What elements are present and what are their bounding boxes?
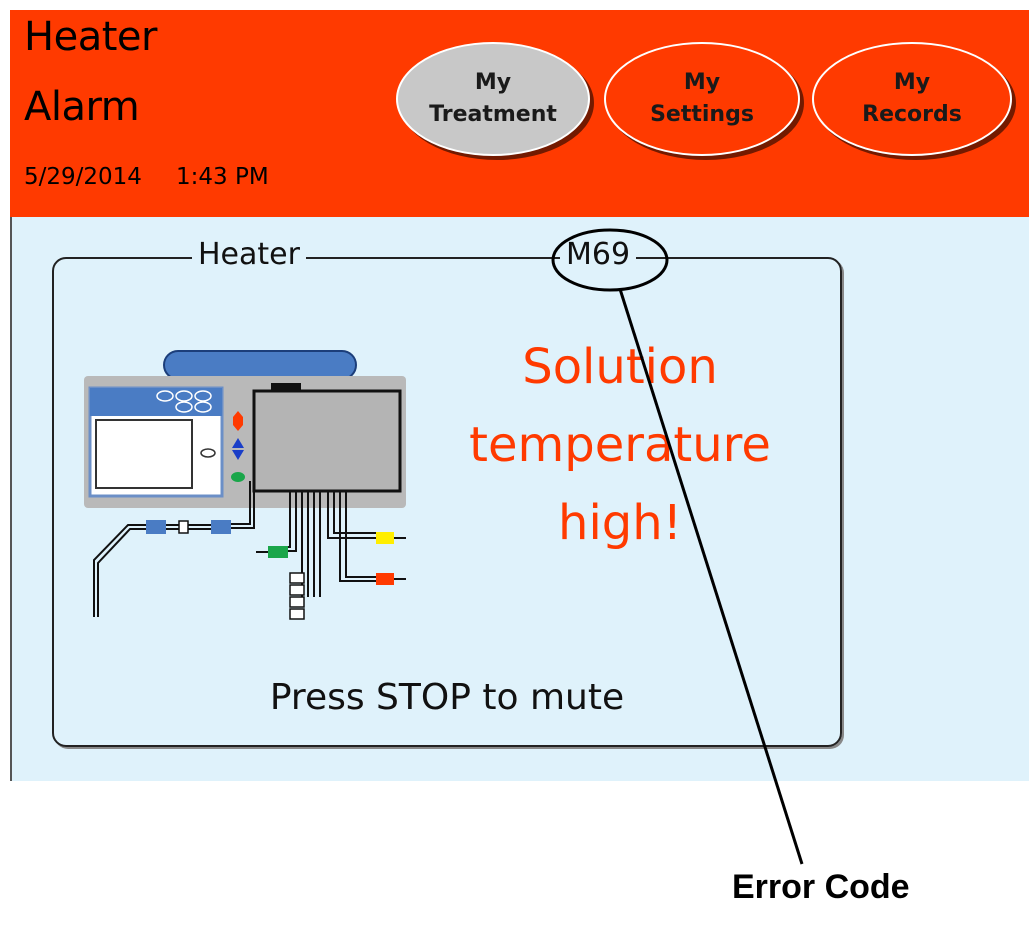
time-display: 1:43 PM <box>176 164 269 190</box>
my-settings-label-line2: Settings <box>650 102 754 127</box>
error-code-annotation-label: Error Code <box>732 868 910 906</box>
my-treatment-label-line2: Treatment <box>429 102 557 127</box>
my-treatment-button[interactable]: My Treatment <box>396 42 590 156</box>
my-records-button[interactable]: My Records <box>812 42 1012 156</box>
alarm-title-line1: Heater <box>24 14 157 60</box>
my-records-label-line2: Records <box>862 102 962 127</box>
alarm-title-line2: Alarm <box>24 84 140 130</box>
my-settings-label-line1: My <box>683 70 721 95</box>
alarm-message: Solution temperature high! <box>454 328 786 562</box>
cycler-device-icon <box>84 350 406 620</box>
date-display: 5/29/2014 <box>24 164 142 190</box>
mute-instruction: Press STOP to mute <box>269 677 625 718</box>
my-records-label-line1: My <box>893 70 931 95</box>
alarm-message-line1: Solution <box>522 339 718 395</box>
alarm-message-line2: temperature <box>469 417 771 473</box>
panel-group-label: Heater <box>192 236 306 274</box>
alarm-message-line3: high! <box>558 495 682 551</box>
my-treatment-label-line1: My <box>474 70 512 95</box>
my-settings-button[interactable]: My Settings <box>604 42 800 156</box>
error-code-value: M69 <box>560 236 637 274</box>
